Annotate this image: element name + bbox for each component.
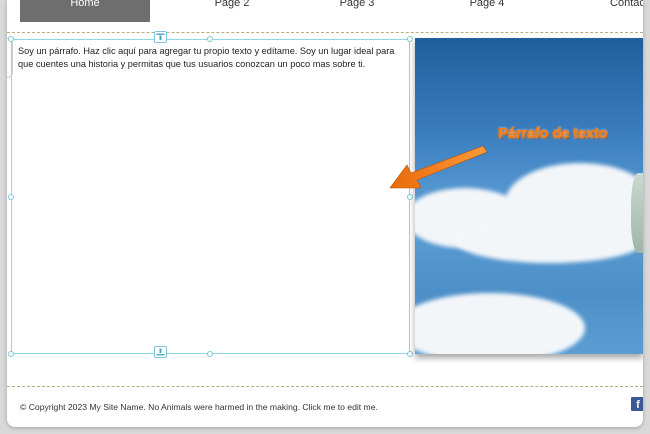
facebook-icon[interactable]: f (631, 397, 643, 411)
footer-divider (7, 386, 643, 387)
editor-canvas: Home Page 2 Page 3 Page 4 Contact Soy un… (7, 0, 643, 427)
footer-text[interactable]: © Copyright 2023 My Site Name. No Animal… (20, 402, 378, 412)
arrow-icon (389, 145, 488, 189)
